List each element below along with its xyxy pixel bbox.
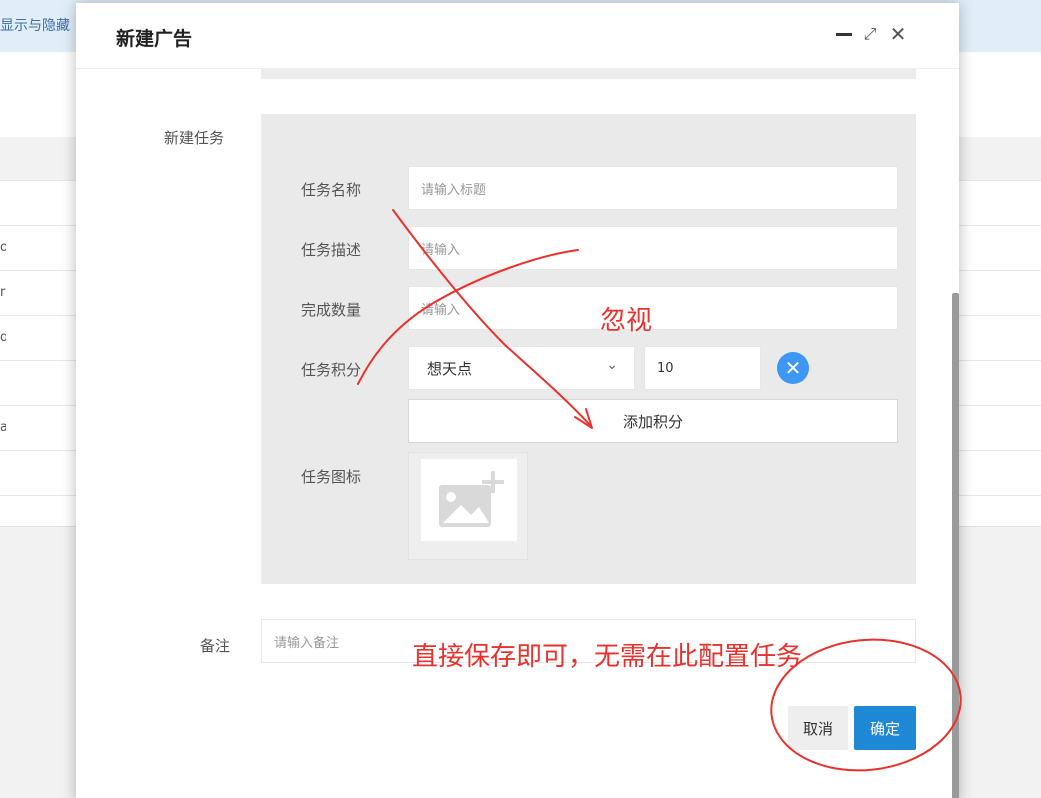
add-points-button[interactable]: 添加积分	[408, 399, 898, 443]
remark-input[interactable]: 请输入备注	[261, 619, 916, 663]
dialog-scrollbar[interactable]	[952, 293, 959, 798]
cancel-button[interactable]: 取消	[788, 706, 848, 750]
chevron-down-icon: ⌄	[606, 357, 618, 373]
points-type-select[interactable]: 想天点 ⌄	[408, 346, 635, 390]
image-add-icon	[421, 459, 517, 541]
maximize-icon[interactable]: ⤢	[858, 21, 882, 47]
dialog-header: 新建广告 ⤢ ✕	[76, 3, 959, 69]
close-icon[interactable]: ✕	[886, 21, 910, 47]
remove-points-icon[interactable]: ✕	[777, 352, 809, 384]
previous-section-strip	[261, 69, 916, 79]
task-points-label: 任务积分	[301, 361, 362, 379]
new-task-label: 新建任务	[164, 129, 225, 147]
table-cell: o	[0, 240, 6, 255]
new-ad-dialog: 新建广告 ⤢ ✕ 新建任务 任务名称 请输入标题 任务描述 请输入 完成数量 请…	[76, 3, 959, 798]
dialog-title: 新建广告	[116, 28, 193, 50]
minimize-icon[interactable]	[832, 21, 856, 47]
table-cell: a	[0, 420, 6, 435]
task-count-input[interactable]: 请输入	[408, 286, 898, 330]
background-banner-text: 显示与隐藏	[0, 18, 70, 34]
task-desc-input[interactable]: 请输入	[408, 226, 898, 270]
points-type-selected: 想天点	[427, 359, 473, 378]
remark-label: 备注	[200, 637, 231, 655]
table-cell: r	[0, 285, 6, 300]
task-icon-label: 任务图标	[301, 468, 362, 486]
task-name-label: 任务名称	[301, 181, 362, 199]
task-name-input[interactable]: 请输入标题	[408, 166, 898, 210]
table-cell: d	[0, 330, 6, 345]
confirm-button[interactable]: 确定	[854, 706, 916, 750]
points-value-input[interactable]: 10	[644, 346, 761, 390]
task-desc-label: 任务描述	[301, 241, 362, 259]
task-count-label: 完成数量	[301, 301, 362, 319]
task-icon-upload[interactable]	[408, 452, 528, 560]
task-panel: 任务名称 请输入标题 任务描述 请输入 完成数量 请输入 任务积分 想天点 ⌄ …	[261, 114, 916, 584]
